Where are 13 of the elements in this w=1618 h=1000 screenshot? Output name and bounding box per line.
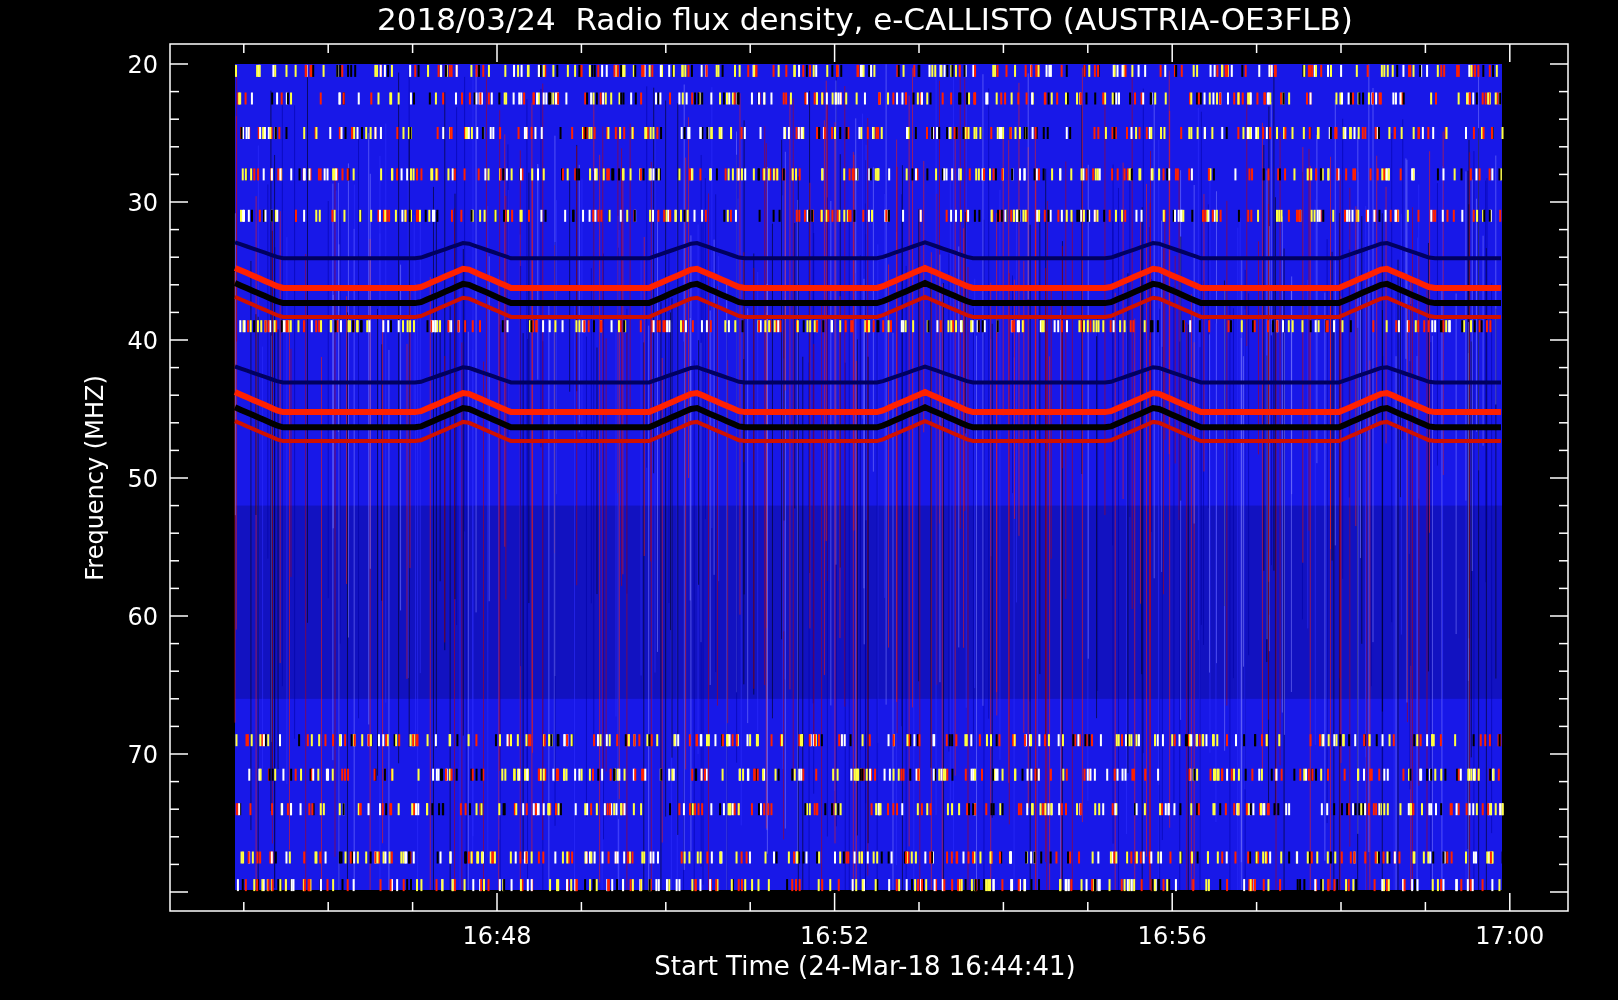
x-tick-label: 16:48 xyxy=(462,922,532,950)
x-tick-label: 16:52 xyxy=(800,922,870,950)
y-tick-label: 40 xyxy=(127,327,158,355)
y-tick-label: 30 xyxy=(127,189,158,217)
y-axis-label: Frequency (MHZ) xyxy=(81,375,109,581)
y-tick-label: 70 xyxy=(127,741,158,769)
chart-title: 2018/03/24 Radio flux density, e-CALLISTO (AUSTRIA-OE3FLB) xyxy=(377,1,1353,37)
y-tick-label: 20 xyxy=(127,51,158,79)
x-tick-label: 16:56 xyxy=(1137,922,1207,950)
y-tick-label: 50 xyxy=(127,465,158,493)
x-tick-label: 17:00 xyxy=(1475,922,1545,950)
x-axis-label: Start Time (24-Mar-18 16:44:41) xyxy=(654,951,1076,981)
y-tick-label: 60 xyxy=(127,603,158,631)
